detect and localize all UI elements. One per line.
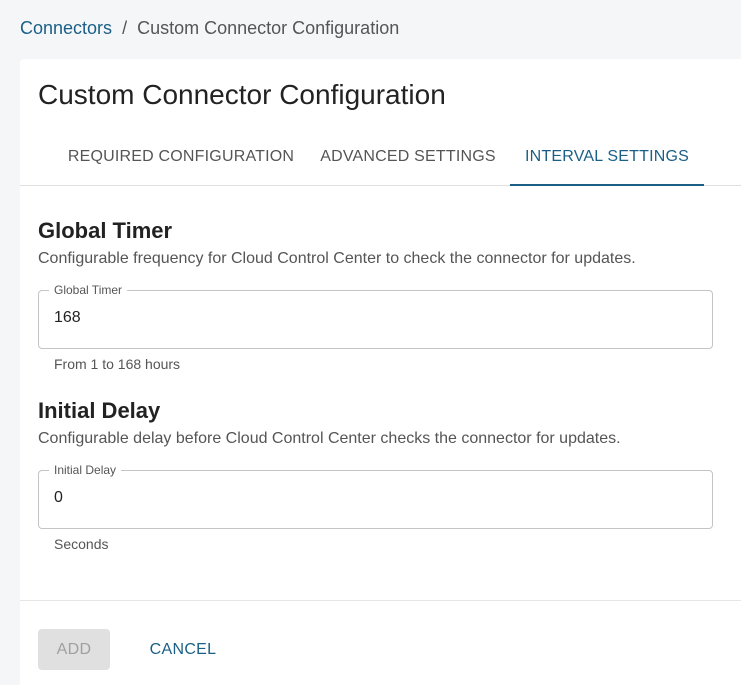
global-timer-field[interactable]: Global Timer	[38, 282, 713, 349]
initial-delay-field[interactable]: Initial Delay	[38, 462, 713, 529]
global-timer-input[interactable]	[54, 309, 694, 327]
breadcrumb-connectors-link[interactable]: Connectors	[20, 16, 112, 40]
cancel-button[interactable]: CANCEL	[138, 629, 228, 670]
tab-bar: REQUIRED CONFIGURATION ADVANCED SETTINGS…	[20, 129, 741, 186]
tab-interval-settings[interactable]: INTERVAL SETTINGS	[510, 129, 704, 186]
global-timer-description: Configurable frequency for Cloud Control…	[38, 250, 636, 267]
initial-delay-description: Configurable delay before Cloud Control …	[38, 430, 621, 447]
initial-delay-helper-text: Seconds	[54, 536, 109, 552]
breadcrumb: Connectors / Custom Connector Configurat…	[20, 16, 399, 40]
initial-delay-field-label: Initial Delay	[49, 462, 122, 478]
tab-required-configuration[interactable]: REQUIRED CONFIGURATION	[56, 129, 306, 185]
breadcrumb-separator: /	[122, 18, 128, 38]
page-title: Custom Connector Configuration	[38, 79, 446, 110]
initial-delay-heading: Initial Delay	[38, 398, 161, 423]
breadcrumb-current: Custom Connector Configuration	[137, 18, 400, 38]
global-timer-heading: Global Timer	[38, 218, 173, 243]
form-footer: ADD CANCEL	[20, 600, 741, 685]
global-timer-helper-text: From 1 to 168 hours	[54, 356, 181, 372]
configuration-card: Custom Connector Configuration REQUIRED …	[20, 59, 741, 685]
add-button[interactable]: ADD	[38, 629, 110, 670]
tab-advanced-settings[interactable]: ADVANCED SETTINGS	[306, 129, 510, 185]
initial-delay-input[interactable]	[54, 489, 694, 507]
global-timer-field-label: Global Timer	[49, 282, 128, 298]
